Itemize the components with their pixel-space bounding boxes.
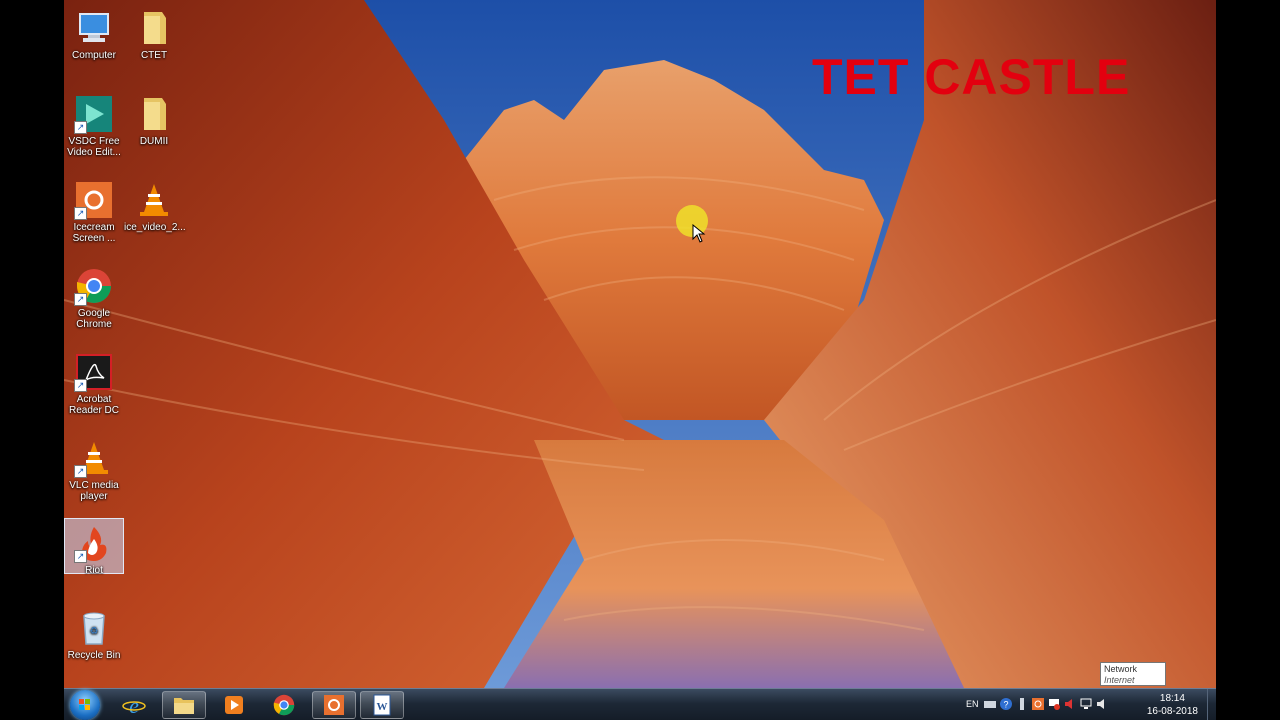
internet-explorer-icon: e — [122, 693, 146, 717]
shortcut-arrow-icon: ↗ — [74, 550, 87, 563]
system-tray: EN ? 18:14 16-08-2018 — [966, 689, 1216, 720]
acrobat-icon: ↗ — [74, 352, 114, 392]
desktop-icon-ice-video[interactable]: ice_video_2... — [124, 176, 186, 256]
clock-date: 16-08-2018 — [1146, 706, 1198, 717]
shortcut-arrow-icon: ↗ — [74, 465, 87, 478]
taskbar-word-button[interactable]: W — [360, 691, 404, 719]
computer-icon — [74, 8, 114, 48]
start-button[interactable] — [70, 690, 100, 720]
desktop-icon-dumii[interactable]: DUMII — [124, 90, 184, 170]
speaker-muted-icon[interactable] — [1064, 698, 1076, 710]
network-icon[interactable] — [1080, 698, 1092, 710]
shortcut-arrow-icon: ↗ — [74, 207, 87, 220]
folder-icon — [174, 698, 194, 714]
svg-text:e: e — [129, 693, 139, 717]
help-icon[interactable]: ? — [1000, 698, 1012, 710]
folder-icon — [134, 94, 174, 134]
vsdc-icon: ↗ — [74, 94, 114, 134]
desktop-screen: TET CASTLE Computer CTET ↗ VSDC Free Vid… — [64, 0, 1216, 720]
desktop-icon-computer[interactable]: Computer — [64, 4, 124, 84]
desktop-icon-chrome[interactable]: ↗ Google Chrome — [64, 262, 124, 342]
desktop-icon-ctet[interactable]: CTET — [124, 4, 184, 84]
keyboard-icon[interactable] — [984, 698, 996, 710]
folder-icon — [134, 8, 174, 48]
chrome-icon: ↗ — [74, 266, 114, 306]
vlc-cone-icon: ↗ — [74, 438, 114, 478]
word-icon: W — [373, 694, 391, 716]
action-center-flag-icon[interactable] — [1048, 698, 1060, 710]
icecream-recorder-icon — [324, 695, 344, 715]
svg-text:?: ? — [1003, 700, 1008, 710]
taskbar-explorer-button[interactable] — [162, 691, 206, 719]
icecream-tray-icon[interactable] — [1032, 698, 1044, 710]
taskbar: e W EN ? 18:14 16-08-2018 — [64, 688, 1216, 720]
icecream-recorder-icon: ↗ — [74, 180, 114, 220]
desktop-icon-vlc[interactable]: ↗ VLC media player — [64, 434, 124, 514]
shortcut-arrow-icon: ↗ — [74, 379, 87, 392]
language-indicator[interactable]: EN — [966, 699, 979, 709]
svg-text:♻: ♻ — [90, 626, 99, 637]
windows-logo-icon — [79, 699, 90, 710]
recycle-bin-icon: ♻ — [74, 608, 114, 648]
network-tooltip: Network Internet access — [1100, 662, 1166, 696]
media-player-icon — [225, 696, 243, 714]
volume-icon[interactable] — [1096, 698, 1108, 710]
desktop-icon-vsdc[interactable]: ↗ VSDC Free Video Edit... — [64, 90, 124, 170]
taskbar-icecream-button[interactable] — [312, 691, 356, 719]
taskbar-media-button[interactable] — [212, 691, 256, 719]
desktop-icon-icecream[interactable]: ↗ Icecream Screen ... — [64, 176, 124, 256]
desktop-icon-riot[interactable]: ↗ Riot — [64, 518, 124, 576]
svg-text:W: W — [377, 701, 388, 713]
desktop-icon-recycle-bin[interactable]: ♻ Recycle Bin — [64, 604, 124, 684]
taskbar-ie-button[interactable]: e — [112, 691, 156, 719]
show-desktop-button[interactable] — [1207, 689, 1216, 720]
mouse-cursor-icon — [692, 224, 706, 243]
tet-castle-watermark: TET CASTLE — [812, 49, 1131, 105]
taskbar-clock[interactable]: 18:14 16-08-2018 — [1147, 692, 1198, 718]
desktop-icon-acrobat[interactable]: ↗ Acrobat Reader DC — [64, 348, 124, 428]
tooltip-title: Network — [1104, 664, 1138, 674]
shortcut-arrow-icon: ↗ — [74, 293, 87, 306]
riot-flame-icon: ↗ — [74, 523, 114, 563]
vlc-cone-icon — [134, 180, 174, 220]
taskbar-chrome-button[interactable] — [262, 691, 306, 719]
clock-time: 18:14 — [1159, 693, 1185, 704]
shortcut-arrow-icon: ↗ — [74, 121, 87, 134]
usb-icon[interactable] — [1016, 698, 1028, 710]
chrome-icon — [273, 694, 295, 716]
